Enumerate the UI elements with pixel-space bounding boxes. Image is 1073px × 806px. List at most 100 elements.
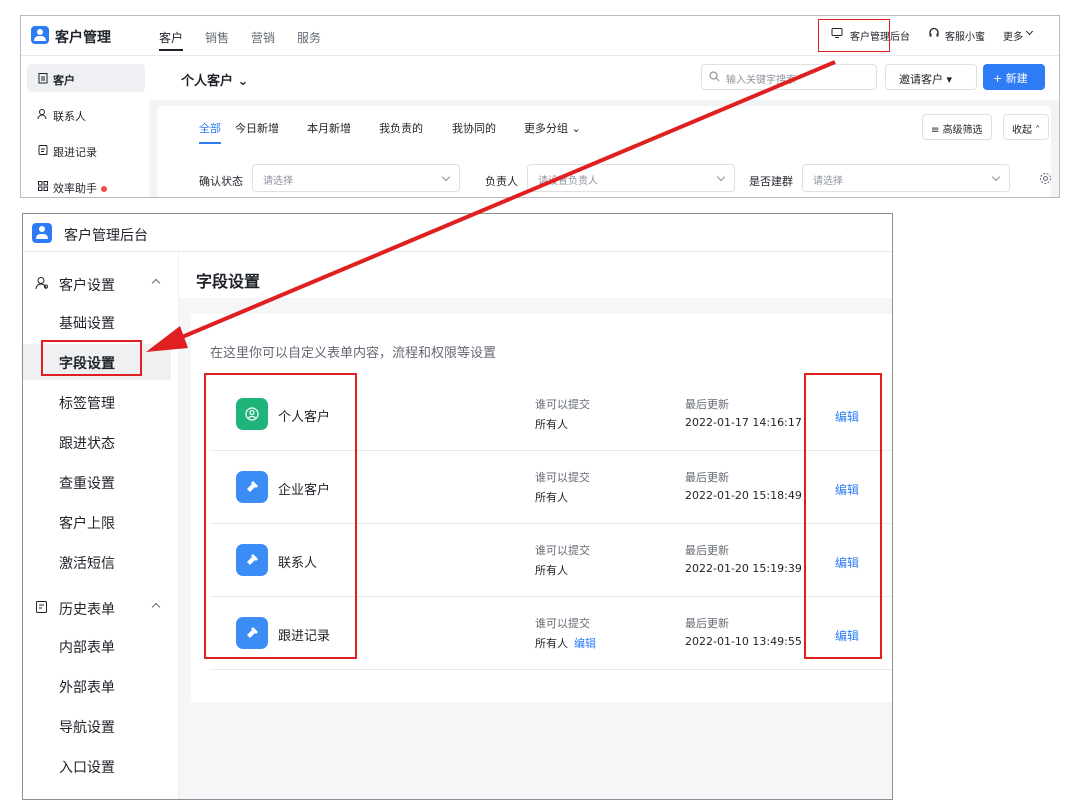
sidebar-item-limit[interactable]: 客户上限 bbox=[23, 504, 171, 540]
highlight-box-admin bbox=[818, 19, 890, 52]
app-logo-icon bbox=[31, 26, 49, 44]
status-select[interactable]: 请选择 bbox=[252, 164, 460, 192]
group-select[interactable]: 请选择 bbox=[802, 164, 1010, 192]
sidebar-item-entry[interactable]: 入口设置 bbox=[23, 748, 171, 784]
sidebar-item-internal[interactable]: 内部表单 bbox=[23, 628, 171, 664]
who-label: 谁可以提交 bbox=[535, 471, 590, 484]
sidebar-item-label: 联系人 bbox=[53, 110, 86, 123]
sidebar-item-dedupe[interactable]: 查重设置 bbox=[23, 464, 171, 500]
more-menu[interactable]: 更多 bbox=[1003, 28, 1023, 43]
filter-tab-collab[interactable]: 我协同的 bbox=[452, 120, 496, 136]
sidebar-item-tags[interactable]: 标签管理 bbox=[23, 384, 171, 420]
search-placeholder: 输入关键字搜索 bbox=[726, 75, 796, 86]
sidebar-item-efficiency[interactable]: 效率助手 bbox=[27, 172, 145, 197]
advanced-filter-button[interactable]: ≡ 高级筛选 bbox=[922, 114, 992, 140]
top-nav-bar: 客户管理 客户 销售 营销 服务 客户管理后台 客服小蜜 更多 bbox=[21, 16, 1059, 56]
filter-tab-month[interactable]: 本月新增 bbox=[307, 120, 351, 136]
who-value: 所有人 编辑 bbox=[535, 637, 596, 650]
users-settings-icon bbox=[35, 277, 48, 290]
chevron-up-icon bbox=[151, 278, 161, 288]
view-switcher[interactable]: 个人客户 ⌄ bbox=[181, 70, 248, 89]
chevron-down-icon bbox=[991, 172, 1001, 182]
invite-customer-button[interactable]: 邀请客户 ▾ bbox=[885, 64, 977, 90]
settings-gear-icon[interactable] bbox=[1039, 172, 1052, 185]
admin-title: 客户管理后台 bbox=[64, 228, 148, 244]
tab-service[interactable]: 服务 bbox=[297, 29, 321, 46]
top-main: 个人客户 ⌄ 输入关键字搜索 邀请客户 ▾ + 新建 全部 今日新增 本月新增 … bbox=[149, 56, 1059, 197]
collapse-button[interactable]: 收起 ˄ bbox=[1003, 114, 1050, 140]
who-value: 所有人 bbox=[535, 491, 568, 504]
filter-card: 全部 今日新增 本月新增 我负责的 我协同的 更多分组 ⌄ ≡ 高级筛选 收起 … bbox=[157, 106, 1051, 197]
sidebar-item-label: 效率助手 bbox=[53, 182, 97, 195]
filter-label-group: 是否建群 bbox=[749, 175, 793, 188]
search-icon bbox=[709, 71, 720, 82]
customer-service-link[interactable]: 客服小蜜 bbox=[945, 28, 985, 43]
group-label: 历史表单 bbox=[59, 602, 115, 618]
grid-icon bbox=[38, 181, 48, 191]
admin-sidebar: 客户设置 基础设置 字段设置 标签管理 跟进状态 查重设置 客户上限 激活短信 … bbox=[23, 252, 179, 799]
top-screenshot: 客户管理 客户 销售 营销 服务 客户管理后台 客服小蜜 更多 客户 联系人 跟… bbox=[20, 15, 1060, 198]
new-button[interactable]: + 新建 bbox=[983, 64, 1045, 90]
search-input[interactable]: 输入关键字搜索 bbox=[701, 64, 877, 90]
tab-marketing[interactable]: 营销 bbox=[251, 29, 275, 46]
admin-header: 客户管理后台 bbox=[23, 214, 892, 252]
bottom-screenshot: 客户管理后台 客户设置 基础设置 字段设置 标签管理 跟进状态 查重设置 客户上… bbox=[22, 213, 893, 800]
update-label: 最后更新 bbox=[685, 471, 729, 484]
who-label: 谁可以提交 bbox=[535, 544, 590, 557]
sidebar-item-followup-status[interactable]: 跟进状态 bbox=[23, 424, 171, 460]
filter-label-status: 确认状态 bbox=[199, 175, 243, 188]
update-time: 2022-01-10 13:49:55 bbox=[685, 635, 802, 648]
page-description: 在这里你可以自定义表单内容，流程和权限等设置 bbox=[210, 346, 497, 361]
chevron-down-icon bbox=[716, 172, 726, 182]
who-value: 所有人 bbox=[535, 418, 568, 431]
sidebar-item-sms[interactable]: 激活短信 bbox=[23, 544, 171, 580]
owner-select[interactable]: 请设置负责人 bbox=[527, 164, 735, 192]
who-edit-link[interactable]: 编辑 bbox=[574, 637, 596, 650]
who-value: 所有人 bbox=[535, 564, 568, 577]
highlight-box-form-names bbox=[204, 373, 357, 659]
view-header: 个人客户 ⌄ 输入关键字搜索 邀请客户 ▾ + 新建 bbox=[149, 56, 1059, 100]
who-label: 谁可以提交 bbox=[535, 617, 590, 630]
sidebar-item-external[interactable]: 外部表单 bbox=[23, 668, 171, 704]
chevron-down-icon bbox=[1025, 27, 1034, 36]
filter-tab-all[interactable]: 全部 bbox=[199, 120, 221, 144]
update-label: 最后更新 bbox=[685, 398, 729, 411]
sidebar-item-label: 跟进记录 bbox=[53, 146, 97, 159]
filter-tab-today[interactable]: 今日新增 bbox=[235, 120, 279, 136]
filter-tab-mine[interactable]: 我负责的 bbox=[379, 120, 423, 136]
sidebar-item-followup[interactable]: 跟进记录 bbox=[27, 136, 145, 164]
page-header: 字段设置 bbox=[179, 252, 892, 298]
edit-form-icon bbox=[36, 601, 47, 613]
top-sidebar: 客户 联系人 跟进记录 效率助手 bbox=[21, 56, 149, 197]
headset-icon bbox=[929, 27, 939, 37]
sidebar-item-basic[interactable]: 基础设置 bbox=[23, 304, 171, 340]
tab-sales[interactable]: 销售 bbox=[205, 29, 229, 46]
building-icon bbox=[38, 73, 48, 84]
page-title: 字段设置 bbox=[196, 272, 261, 291]
sidebar-item-label: 客户 bbox=[53, 74, 75, 87]
group-customer-settings[interactable]: 客户设置 bbox=[23, 266, 179, 296]
sidebar-item-contacts[interactable]: 联系人 bbox=[27, 100, 145, 128]
chevron-down-icon bbox=[441, 172, 451, 182]
sidebar-item-customer[interactable]: 客户 bbox=[27, 64, 145, 92]
update-time: 2022-01-17 14:16:17 bbox=[685, 416, 802, 429]
app-title: 客户管理 bbox=[55, 30, 111, 46]
highlight-box-edit-links bbox=[804, 373, 882, 659]
chevron-up-icon bbox=[151, 602, 161, 612]
sidebar-item-navigation[interactable]: 导航设置 bbox=[23, 708, 171, 744]
app-logo-icon bbox=[32, 223, 52, 243]
group-history-forms[interactable]: 历史表单 bbox=[23, 590, 179, 620]
update-label: 最后更新 bbox=[685, 544, 729, 557]
update-time: 2022-01-20 15:19:39 bbox=[685, 562, 802, 575]
tab-customer[interactable]: 客户 bbox=[159, 29, 184, 51]
notification-dot bbox=[101, 186, 107, 192]
record-icon bbox=[38, 145, 48, 155]
contact-icon bbox=[37, 109, 47, 120]
filter-label-owner: 负责人 bbox=[485, 175, 518, 188]
update-time: 2022-01-20 15:18:49 bbox=[685, 489, 802, 502]
update-label: 最后更新 bbox=[685, 617, 729, 630]
group-label: 客户设置 bbox=[59, 278, 115, 294]
filter-tab-more[interactable]: 更多分组 ⌄ bbox=[524, 120, 581, 136]
who-label: 谁可以提交 bbox=[535, 398, 590, 411]
highlight-box-field-settings bbox=[41, 340, 142, 376]
